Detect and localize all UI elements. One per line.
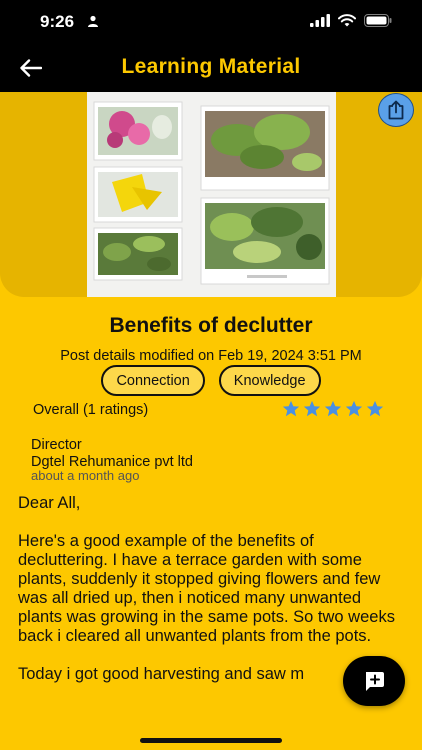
app-bar: Learning Material bbox=[0, 44, 422, 92]
tag-list: Connection Knowledge bbox=[0, 365, 422, 396]
post-title: Benefits of declutter bbox=[109, 314, 313, 337]
plant-collage-image bbox=[87, 92, 336, 297]
author-role: Director bbox=[31, 437, 82, 453]
post-modified-date: Post details modified on Feb 19, 2024 3:… bbox=[60, 348, 362, 364]
post-body: Dear All, Here's a good example of the b… bbox=[18, 494, 398, 703]
share-button[interactable] bbox=[378, 93, 414, 127]
comment-plus-icon bbox=[366, 672, 384, 691]
author-timestamp: about a month ago bbox=[31, 468, 140, 483]
status-indicators bbox=[310, 14, 392, 27]
status-time: 9:26 bbox=[40, 12, 75, 31]
wifi-icon bbox=[338, 14, 356, 27]
tag-connection[interactable]: Connection bbox=[101, 365, 205, 396]
post-paragraph: Here's a good example of the benefits of… bbox=[18, 532, 395, 645]
home-indicator bbox=[140, 738, 282, 743]
post-paragraph: Dear All, bbox=[18, 494, 81, 512]
person-icon bbox=[88, 15, 98, 27]
star-icon bbox=[282, 400, 300, 417]
star-icon bbox=[345, 400, 363, 417]
tag-knowledge[interactable]: Knowledge bbox=[218, 365, 321, 396]
page-title: Learning Material bbox=[121, 55, 301, 78]
post-paragraph: Today i got good harvesting and saw m bbox=[18, 665, 305, 683]
post-image bbox=[87, 92, 336, 297]
battery-icon bbox=[364, 14, 392, 27]
star-icon bbox=[303, 400, 321, 417]
hero-banner bbox=[0, 92, 422, 297]
star-icon bbox=[324, 400, 342, 417]
cellular-signal-icon bbox=[310, 14, 330, 27]
status-bar: 9:26 bbox=[0, 0, 422, 44]
add-comment-button[interactable] bbox=[343, 656, 405, 706]
star-icon bbox=[366, 400, 384, 417]
star-rating bbox=[282, 400, 384, 418]
rating-label: Overall (1 ratings) bbox=[33, 402, 149, 418]
share-icon bbox=[388, 100, 404, 120]
